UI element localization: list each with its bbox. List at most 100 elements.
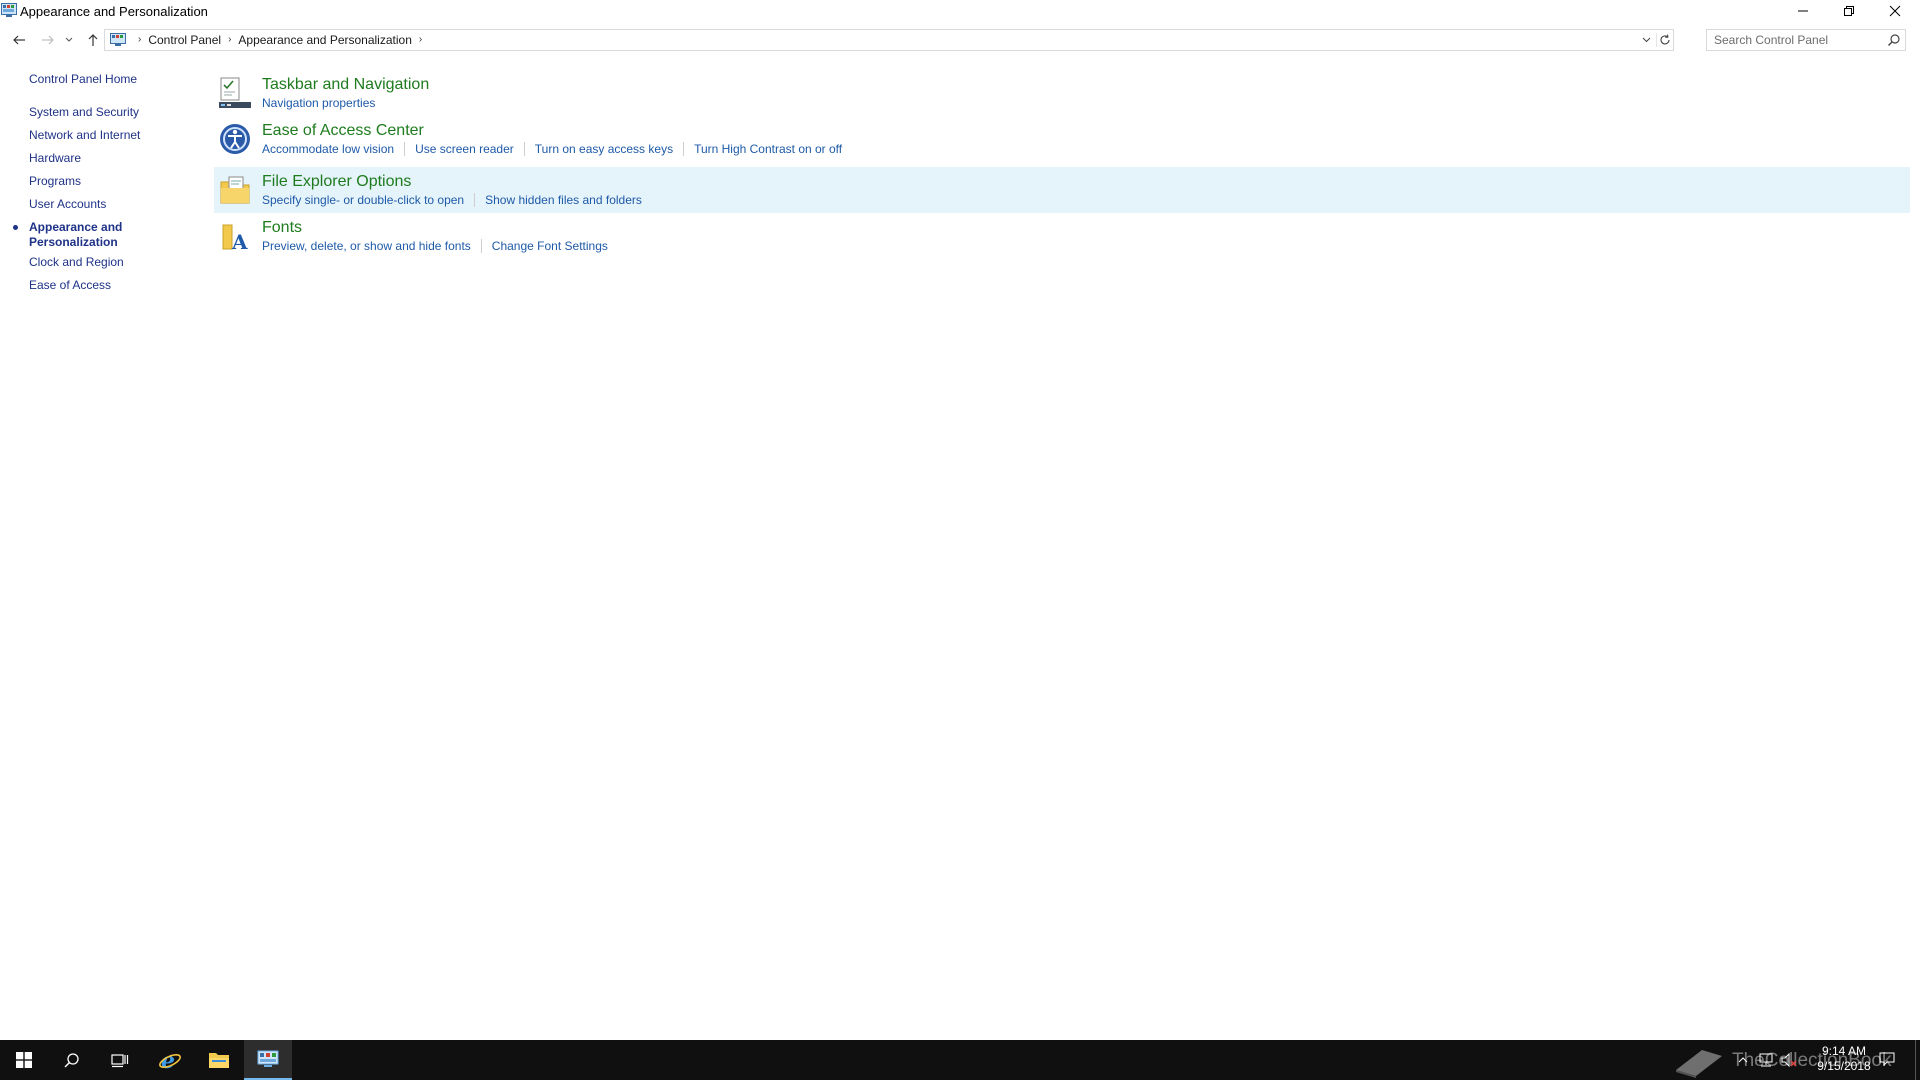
folder-icon [209, 1053, 229, 1068]
show-hidden-files-link[interactable]: Show hidden files and folders [485, 193, 642, 207]
nav-network-and-internet[interactable]: Network and Internet [29, 128, 140, 143]
network-tray-button[interactable] [1757, 1052, 1775, 1068]
taskbar-and-navigation-heading[interactable]: Taskbar and Navigation [262, 76, 429, 94]
search-placeholder: Search Control Panel [1714, 33, 1829, 47]
ease-of-access-links: Accommodate low vision Use screen reader… [262, 142, 842, 156]
show-desktop-button[interactable] [1915, 1040, 1920, 1080]
up-button[interactable] [82, 30, 104, 50]
file-explorer-options-item[interactable]: File Explorer Options Specify single- or… [214, 167, 1910, 213]
file-explorer-links: Specify single- or double-click to open … [262, 193, 642, 207]
chevron-down-icon [1642, 37, 1650, 43]
nav-clock-and-region[interactable]: Clock and Region [29, 255, 124, 270]
accommodate-low-vision-link[interactable]: Accommodate low vision [262, 142, 394, 156]
navigation-properties-link[interactable]: Navigation properties [262, 96, 375, 110]
volume-muted-icon [1781, 1053, 1797, 1067]
control-panel-location-icon [110, 33, 126, 46]
start-button[interactable] [0, 1040, 48, 1080]
nav-programs[interactable]: Programs [29, 174, 81, 189]
folder-options-icon[interactable] [218, 173, 252, 207]
taskbar-icon[interactable] [218, 76, 252, 110]
search-box[interactable]: Search Control Panel [1706, 29, 1906, 51]
notifications-icon [1879, 1052, 1895, 1067]
ease-of-access-center-heading[interactable]: Ease of Access Center [262, 122, 424, 140]
fonts-item: A Fonts Preview, delete, or show and hid… [214, 213, 1910, 259]
single-double-click-link[interactable]: Specify single- or double-click to open [262, 193, 464, 207]
breadcrumb-appearance[interactable]: Appearance and Personalization [238, 33, 411, 47]
close-button[interactable] [1872, 0, 1918, 22]
fonts-links: Preview, delete, or show and hide fonts … [262, 239, 608, 253]
link-divider [523, 142, 525, 156]
fonts-heading[interactable]: Fonts [262, 219, 302, 237]
breadcrumb-control-panel[interactable]: Control Panel [148, 33, 221, 47]
close-icon [1889, 5, 1901, 17]
back-arrow-icon [13, 35, 25, 45]
ease-of-access-center-item: Ease of Access Center Accommodate low vi… [214, 116, 1910, 162]
use-screen-reader-link[interactable]: Use screen reader [415, 142, 514, 156]
active-bullet-icon [13, 225, 18, 230]
forward-arrow-icon [42, 35, 54, 45]
nav-hardware[interactable]: Hardware [29, 151, 81, 166]
easy-access-keys-link[interactable]: Turn on easy access keys [535, 142, 673, 156]
address-bar[interactable]: › Control Panel › Appearance and Persona… [104, 29, 1674, 51]
restore-button[interactable] [1826, 0, 1872, 22]
nav-ease-of-access[interactable]: Ease of Access [29, 278, 111, 293]
book-logo-icon [1676, 1050, 1722, 1078]
address-dropdown-button[interactable] [1639, 33, 1653, 47]
control-panel-icon [1, 3, 17, 17]
link-divider [480, 239, 482, 253]
high-contrast-link[interactable]: Turn High Contrast on or off [694, 142, 842, 156]
link-divider [404, 142, 406, 156]
forward-button[interactable] [37, 30, 59, 50]
chevron-up-icon [1738, 1057, 1748, 1063]
preview-fonts-link[interactable]: Preview, delete, or show and hide fonts [262, 239, 471, 253]
link-divider [683, 142, 685, 156]
clock-time: 9:14 AM [1821, 1044, 1867, 1058]
nav-user-accounts[interactable]: User Accounts [29, 197, 106, 212]
minimize-icon [1798, 10, 1808, 12]
task-view-button[interactable] [96, 1040, 144, 1080]
up-arrow-icon [88, 34, 98, 46]
minimize-button[interactable] [1780, 0, 1826, 22]
taskbar-links: Navigation properties [262, 96, 375, 110]
chevron-down-icon [65, 37, 73, 42]
restore-icon [1844, 6, 1854, 16]
window-title: Appearance and Personalization [20, 4, 208, 19]
ease-of-access-icon[interactable] [218, 122, 252, 156]
breadcrumb-separator-icon[interactable]: › [228, 34, 231, 45]
search-icon [64, 1053, 79, 1068]
control-panel-icon [257, 1050, 279, 1067]
control-panel-taskbar-button[interactable] [244, 1040, 292, 1080]
taskbar-and-navigation-item: Taskbar and Navigation Navigation proper… [214, 70, 1910, 116]
navigation-bar: › Control Panel › Appearance and Persona… [0, 28, 1920, 52]
nav-system-and-security[interactable]: System and Security [29, 105, 139, 120]
windows-logo-icon [16, 1052, 32, 1068]
refresh-button[interactable] [1656, 33, 1672, 47]
recent-locations-button[interactable] [62, 30, 76, 50]
system-clock[interactable]: 9:14 AM 9/15/2018 [1805, 1044, 1883, 1074]
title-bar: Appearance and Personalization [0, 0, 1920, 24]
link-divider [474, 193, 476, 207]
task-view-icon [111, 1054, 129, 1068]
volume-tray-button[interactable] [1780, 1052, 1798, 1068]
change-font-settings-link[interactable]: Change Font Settings [492, 239, 608, 253]
nav-appearance-and-personalization[interactable]: Appearance and Personalization [29, 220, 149, 250]
control-panel-home-link[interactable]: Control Panel Home [29, 72, 137, 86]
svg-text:A: A [231, 230, 248, 253]
file-explorer-button[interactable] [195, 1040, 243, 1080]
action-center-button[interactable] [1878, 1051, 1896, 1067]
internet-explorer-icon: e [159, 1048, 181, 1072]
fonts-folder-icon[interactable]: A [218, 219, 252, 253]
breadcrumb-separator-icon[interactable]: › [138, 34, 141, 45]
clock-date: 9/15/2018 [1817, 1059, 1871, 1073]
search-icon [1888, 34, 1900, 46]
back-button[interactable] [8, 30, 30, 50]
refresh-icon [1660, 34, 1670, 45]
network-icon [1759, 1053, 1773, 1067]
search-taskbar-button[interactable] [48, 1040, 96, 1080]
internet-explorer-button[interactable]: e [146, 1040, 194, 1080]
file-explorer-options-heading[interactable]: File Explorer Options [262, 173, 411, 191]
windows-taskbar: e TheCollectionBook 9:14 AM 9/15/2018 [0, 1040, 1920, 1080]
breadcrumb-separator-icon[interactable]: › [419, 34, 422, 45]
breadcrumb: › Control Panel › Appearance and Persona… [131, 33, 429, 47]
show-hidden-icons-button[interactable] [1734, 1052, 1752, 1068]
